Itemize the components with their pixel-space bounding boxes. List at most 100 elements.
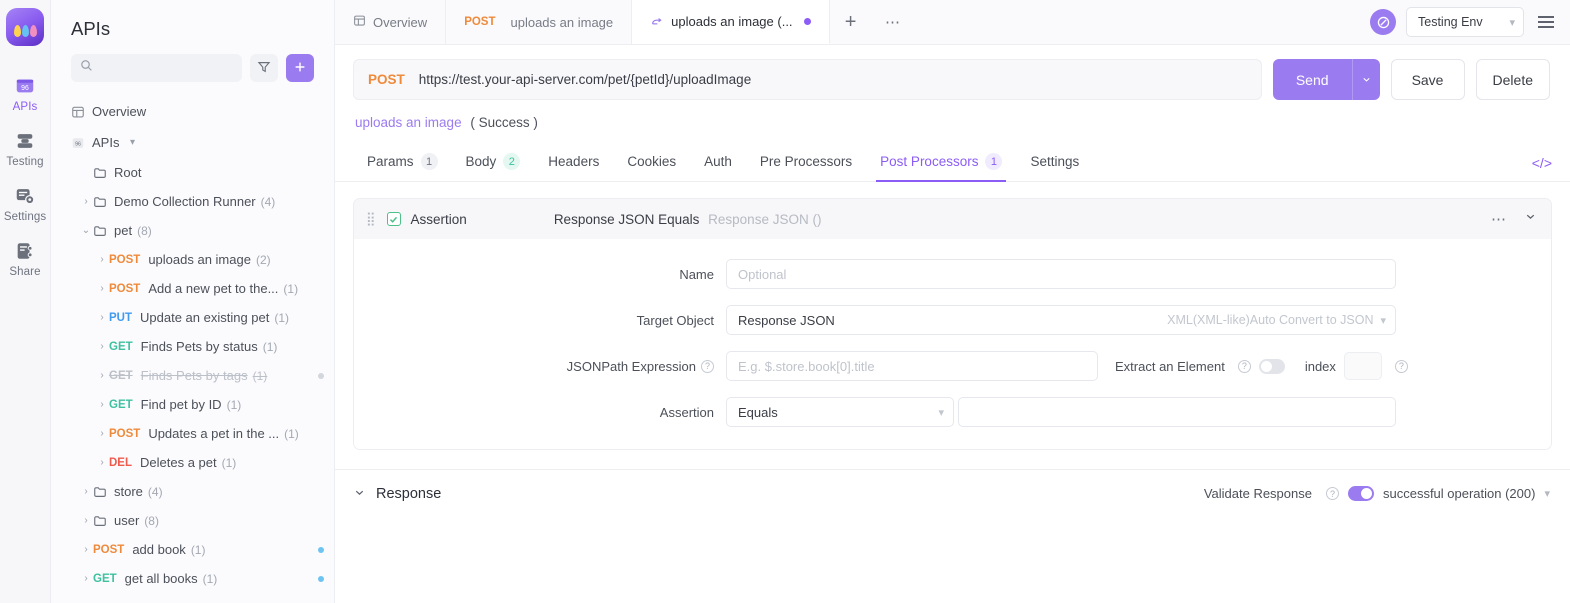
menu-icon[interactable] xyxy=(1534,12,1558,32)
help-icon[interactable]: ? xyxy=(1325,487,1339,500)
section-tab-post-processors[interactable]: Post Processors 1 xyxy=(866,144,1016,182)
tab-overflow-button[interactable]: ⋯ xyxy=(872,0,914,44)
response-title: Response xyxy=(376,485,442,502)
rail-item-share[interactable]: Share xyxy=(0,229,51,284)
http-method: GET xyxy=(109,369,133,382)
rail-item-settings[interactable]: Settings xyxy=(0,174,51,229)
section-tab-auth[interactable]: Auth xyxy=(690,145,746,180)
code-icon[interactable]: </> xyxy=(1532,155,1560,171)
tree-item[interactable]: › POST uploads an image (2) xyxy=(51,245,334,274)
send-options-button[interactable] xyxy=(1351,59,1380,100)
assertion-enabled-checkbox[interactable] xyxy=(386,212,401,226)
tree-item[interactable]: › user (8) xyxy=(51,506,334,535)
rail-label-apis: APIs xyxy=(12,101,38,113)
assertion-operator-select[interactable]: Equals ▾ xyxy=(726,397,954,427)
tree-item[interactable]: › GET Finds Pets by tags (1) xyxy=(51,361,334,390)
chevron-icon[interactable]: › xyxy=(95,283,109,294)
send-button[interactable]: Send xyxy=(1272,59,1352,100)
chevron-icon[interactable]: › xyxy=(95,399,109,410)
chevron-icon[interactable]: › xyxy=(79,486,93,497)
tree-item-label: add book xyxy=(132,542,186,557)
tree-item-count: (1) xyxy=(190,542,206,557)
section-tab-settings[interactable]: Settings xyxy=(1016,145,1093,180)
chevron-icon[interactable]: › xyxy=(79,515,93,526)
chevron-icon[interactable]: › xyxy=(95,428,109,439)
chevron-down-icon[interactable]: ▾ xyxy=(125,137,139,148)
tab-uploads-an-image-label: uploads an image xyxy=(510,14,614,30)
name-input[interactable]: Optional xyxy=(726,259,1396,289)
svg-text:96: 96 xyxy=(75,141,81,147)
environment-selector[interactable]: Testing Env ▾ xyxy=(1406,7,1524,37)
section-tab-label: Post Processors xyxy=(880,154,979,169)
chevron-icon[interactable]: › xyxy=(95,312,109,323)
field-row-assertion: Assertion Equals ▾ xyxy=(354,397,1551,427)
tab-uploads-an-image[interactable]: POST uploads an image xyxy=(446,0,633,44)
filter-button[interactable] xyxy=(250,54,278,82)
section-tab-pre-processors[interactable]: Pre Processors xyxy=(746,145,866,180)
sidebar-item-overview[interactable]: Overview xyxy=(51,96,334,127)
chevron-icon[interactable]: › xyxy=(79,544,93,555)
tree-item[interactable]: › POST Add a new pet to the... (1) xyxy=(51,274,334,303)
apis-group-label: APIs xyxy=(92,135,120,150)
validate-response-toggle[interactable] xyxy=(1347,486,1374,501)
assertion-collapse-button[interactable] xyxy=(1524,210,1537,228)
tab-uploads-an-image-test-case[interactable]: uploads an image (... xyxy=(632,0,830,44)
tree-item[interactable]: › GET Finds Pets by status (1) xyxy=(51,332,334,361)
chevron-icon[interactable]: › xyxy=(95,254,109,265)
tree-item[interactable]: › PUT Update an existing pet (1) xyxy=(51,303,334,332)
assertion-more-button[interactable]: ⋯ xyxy=(1491,210,1507,228)
chevron-icon[interactable]: › xyxy=(79,196,93,207)
folder-icon xyxy=(93,485,107,499)
tree-item[interactable]: › GET get all books (1) xyxy=(51,564,334,593)
tree-item[interactable]: › GET Find pet by ID (1) xyxy=(51,390,334,419)
tab-overview[interactable]: Overview xyxy=(335,0,447,44)
section-tab-params[interactable]: Params 1 xyxy=(353,144,452,181)
tree-item[interactable]: › POST Updates a pet in the ... (1) xyxy=(51,419,334,448)
save-button[interactable]: Save xyxy=(1390,59,1465,100)
section-tab-headers[interactable]: Headers xyxy=(534,145,613,180)
tree-item[interactable]: › Demo Collection Runner (4) xyxy=(51,187,334,216)
response-collapse-button[interactable] xyxy=(353,486,366,502)
jsonpath-input[interactable]: E.g. $.store.book[0].title xyxy=(726,351,1098,381)
section-tab-label: Auth xyxy=(704,154,732,169)
help-icon[interactable]: ? xyxy=(1237,359,1251,373)
tree-item-count: (1) xyxy=(252,368,268,383)
chevron-icon[interactable]: › xyxy=(79,573,93,584)
tree-item[interactable]: Root xyxy=(51,158,334,187)
tree-item[interactable]: › store (4) xyxy=(51,477,334,506)
rail-item-apis[interactable]: 96 APIs xyxy=(0,64,51,119)
drag-handle-icon[interactable]: ⣿ xyxy=(366,212,377,225)
search-field-wrap[interactable] xyxy=(71,54,242,82)
add-api-button[interactable] xyxy=(286,54,314,82)
url-field[interactable]: POST https://test.your-api-server.com/pe… xyxy=(353,59,1262,100)
section-tab-body[interactable]: Body 2 xyxy=(452,144,535,181)
search-input[interactable] xyxy=(99,61,233,75)
tree-item-count: (1) xyxy=(226,397,242,412)
env-indicator[interactable] xyxy=(1370,9,1396,35)
help-icon[interactable]: ? xyxy=(701,359,714,373)
breadcrumb-link[interactable]: uploads an image xyxy=(355,115,462,130)
tab-bar-right: Testing Env ▾ xyxy=(1370,0,1570,44)
response-status-select[interactable]: successful operation (200) ▾ xyxy=(1383,486,1550,501)
new-tab-button[interactable]: + xyxy=(830,0,872,44)
assertion-card-header: ⣿ Assertion Response JSON Equals Respons… xyxy=(354,199,1551,239)
help-icon[interactable]: ? xyxy=(1394,359,1408,373)
section-tab-cookies[interactable]: Cookies xyxy=(613,145,690,180)
chevron-icon[interactable]: › xyxy=(95,457,109,468)
tree-item[interactable]: › POST add book (1) xyxy=(51,535,334,564)
index-input[interactable] xyxy=(1343,352,1382,380)
name-label: Name xyxy=(679,266,714,282)
sidebar: APIs Overview 96 APIs ▾ Root › Demo Coll… xyxy=(51,0,335,603)
extract-element-toggle[interactable] xyxy=(1258,358,1285,374)
chevron-icon[interactable]: › xyxy=(95,341,109,352)
target-object-select[interactable]: Response JSON XML(XML-like)Auto Convert … xyxy=(726,305,1396,335)
chevron-icon[interactable]: › xyxy=(95,370,109,381)
tree-item[interactable]: › DEL Deletes a pet (1) xyxy=(51,448,334,477)
sidebar-item-apis[interactable]: 96 APIs ▾ xyxy=(51,127,334,158)
assertion-value-input[interactable] xyxy=(958,397,1396,427)
delete-button[interactable]: Delete xyxy=(1475,59,1550,100)
tree-item[interactable]: ⌄ pet (8) xyxy=(51,216,334,245)
assertion-op-label: Assertion xyxy=(659,404,714,420)
chevron-icon[interactable]: ⌄ xyxy=(79,225,93,236)
rail-item-testing[interactable]: Testing xyxy=(0,119,51,174)
